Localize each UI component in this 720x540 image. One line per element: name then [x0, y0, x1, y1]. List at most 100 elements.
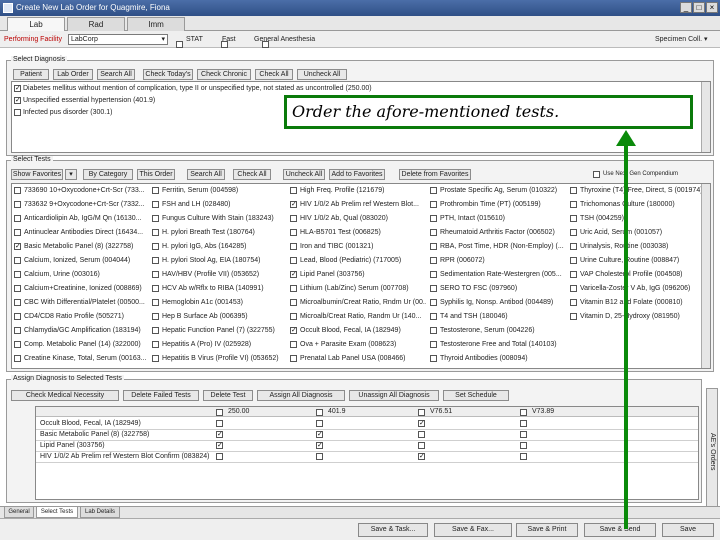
test-checkbox[interactable] [152, 312, 159, 320]
test-checkbox[interactable] [14, 284, 21, 292]
test-item[interactable]: Varicella-Zoster V Ab, IgG (096206) [570, 284, 706, 294]
test-checkbox[interactable] [430, 200, 437, 208]
this-order-button[interactable]: This Order [137, 169, 175, 180]
test-checkbox[interactable] [430, 312, 437, 320]
set-schedule-button[interactable]: Set Schedule [443, 390, 509, 401]
test-item[interactable]: Calcium, Ionized, Serum (004044) [14, 256, 150, 266]
assigned-test-name[interactable]: Basic Metabolic Panel (8) (322758) [40, 430, 149, 440]
assignment-checkbox[interactable]: ✓ [418, 453, 425, 460]
assign-all-diagnosis-button[interactable]: Assign All Diagnosis [257, 390, 345, 401]
test-item[interactable]: Prenatal Lab Panel USA (008466) [290, 354, 426, 364]
diagnosis-checkbox[interactable] [14, 108, 21, 116]
test-item[interactable]: Creatine Kinase, Total, Serum (00163... [14, 354, 150, 364]
assignment-checkbox[interactable]: ✓ [216, 431, 223, 438]
test-item[interactable]: ✓ Occult Blood, Fecal, IA (182949) [290, 326, 426, 336]
test-item[interactable]: 733690 10+Oxycodone+Crt-Scr (733... [14, 186, 150, 196]
test-item[interactable]: HAV/HBV (Profile VII) (053652) [152, 270, 288, 280]
test-checkbox[interactable] [430, 284, 437, 292]
assignment-checkbox[interactable]: ✓ [316, 431, 323, 438]
search-all-diagnosis-button[interactable]: Search All [97, 69, 135, 80]
delete-failed-tests-button[interactable]: Delete Failed Tests [123, 390, 199, 401]
test-item[interactable]: HIV 1/0/2 Ab, Qual (083020) [290, 214, 426, 224]
assigned-test-name[interactable]: HIV 1/0/2 Ab Prelim ref Western Blot Con… [40, 452, 210, 462]
test-checkbox[interactable] [290, 256, 297, 264]
test-item[interactable]: Hepatic Function Panel (7) (322755) [152, 326, 288, 336]
test-item[interactable]: Antinuclear Antibodies Direct (16434... [14, 228, 150, 238]
patient-button[interactable]: Patient [13, 69, 49, 80]
by-category-button[interactable]: By Category [83, 169, 133, 180]
minimize-button[interactable]: _ [680, 2, 692, 13]
assignment-checkbox[interactable] [418, 442, 425, 449]
test-checkbox[interactable] [290, 354, 297, 362]
test-checkbox[interactable] [14, 214, 21, 222]
use-nextgen-checkbox[interactable] [593, 171, 600, 178]
assignment-checkbox[interactable] [520, 431, 527, 438]
test-checkbox[interactable] [152, 186, 159, 194]
test-checkbox[interactable] [14, 312, 21, 320]
test-checkbox[interactable] [290, 186, 297, 194]
test-item[interactable]: Urine Culture, Routine (008847) [570, 256, 706, 266]
test-checkbox[interactable] [290, 284, 297, 292]
assignment-checkbox[interactable] [316, 420, 323, 427]
test-checkbox[interactable] [430, 214, 437, 222]
test-checkbox[interactable] [570, 298, 577, 306]
test-item[interactable]: Ferritin, Serum (004598) [152, 186, 288, 196]
test-item[interactable]: Rheumatoid Arthritis Factor (006502) [430, 228, 566, 238]
test-item[interactable]: Lead, Blood (Pediatric) (717005) [290, 256, 426, 266]
test-checkbox[interactable] [14, 228, 21, 236]
test-item[interactable]: PTH, Intact (015610) [430, 214, 566, 224]
diagnosis-column-checkbox[interactable] [316, 409, 323, 416]
assignment-checkbox[interactable] [316, 453, 323, 460]
test-checkbox[interactable] [430, 354, 437, 362]
save-and-send-button[interactable]: Save & Send [584, 523, 656, 537]
test-item[interactable]: SERO TO FSC (097960) [430, 284, 566, 294]
assignment-checkbox[interactable] [520, 453, 527, 460]
test-checkbox[interactable] [290, 340, 297, 348]
test-checkbox[interactable]: ✓ [14, 242, 21, 250]
favorites-dropdown-button[interactable]: ▾ [65, 169, 77, 180]
close-button[interactable]: × [706, 2, 718, 13]
orders-side-tab[interactable]: AE's Orders [706, 388, 718, 516]
test-checkbox[interactable] [430, 326, 437, 334]
check-all-tests-button[interactable]: Check All [233, 169, 271, 180]
test-item[interactable]: Trichomonas Culture (180000) [570, 200, 706, 210]
test-checkbox[interactable] [570, 214, 577, 222]
test-checkbox[interactable] [152, 214, 159, 222]
test-item[interactable]: VAP Cholesterol Profile (004508) [570, 270, 706, 280]
test-checkbox[interactable] [152, 200, 159, 208]
test-item[interactable]: CBC With Differential/Platelet (00500... [14, 298, 150, 308]
specimen-collection-dropdown[interactable]: Specimen Coll. ▾ [655, 31, 708, 48]
test-checkbox[interactable] [152, 284, 159, 292]
test-item[interactable]: Fungus Culture With Stain (183243) [152, 214, 288, 224]
test-checkbox[interactable] [570, 284, 577, 292]
test-item[interactable]: Uric Acid, Serum (001057) [570, 228, 706, 238]
diagnosis-item[interactable]: ✓ Unspecified essential hypertension (40… [14, 96, 155, 106]
check-chronic-button[interactable]: Check Chronic [197, 69, 251, 80]
test-checkbox[interactable] [152, 340, 159, 348]
diagnosis-checkbox[interactable]: ✓ [14, 84, 21, 92]
delete-test-button[interactable]: Delete Test [203, 390, 253, 401]
test-checkbox[interactable] [152, 242, 159, 250]
tab-lab[interactable]: Lab [7, 17, 65, 31]
test-checkbox[interactable] [430, 340, 437, 348]
test-item[interactable]: Thyroxine (T4) Free, Direct, S (001974) [570, 186, 706, 196]
test-item[interactable]: Vitamin B12 and Folate (000810) [570, 298, 706, 308]
assignment-checkbox[interactable] [520, 420, 527, 427]
add-to-favorites-button[interactable]: Add to Favorites [329, 169, 385, 180]
tab-select-tests[interactable]: Select Tests [36, 507, 78, 518]
test-checkbox[interactable] [14, 186, 21, 194]
test-checkbox[interactable] [14, 326, 21, 334]
assignment-checkbox[interactable] [216, 453, 223, 460]
test-item[interactable]: High Freq. Profile (121679) [290, 186, 426, 196]
test-checkbox[interactable]: ✓ [290, 326, 297, 334]
search-all-tests-button[interactable]: Search All [187, 169, 225, 180]
test-checkbox[interactable] [14, 256, 21, 264]
test-item[interactable]: Comp. Metabolic Panel (14) (322000) [14, 340, 150, 350]
test-item[interactable]: Testosterone Free and Total (140103) [430, 340, 566, 350]
test-item[interactable]: Microalbumin/Creat Ratio, Rndm Ur (00... [290, 298, 426, 308]
test-item[interactable]: HLA-B5701 Test (006825) [290, 228, 426, 238]
diagnosis-column-checkbox[interactable] [520, 409, 527, 416]
delete-from-favorites-button[interactable]: Delete from Favorites [399, 169, 471, 180]
test-item[interactable]: Syphilis Ig, Nonsp. Antibod (004489) [430, 298, 566, 308]
show-favorites-button[interactable]: Show Favorites [11, 169, 63, 180]
